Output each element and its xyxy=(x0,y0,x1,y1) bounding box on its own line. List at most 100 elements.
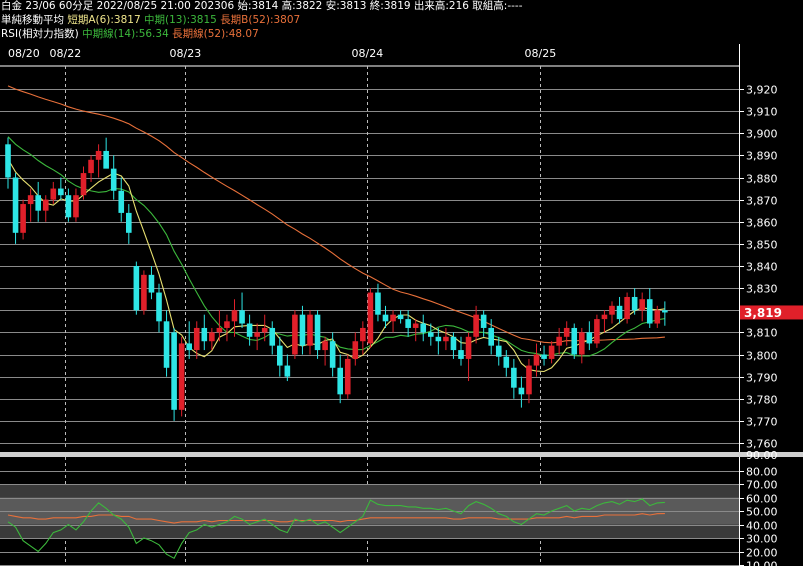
candle-body xyxy=(126,212,132,233)
candle-body xyxy=(601,314,608,320)
candle xyxy=(118,177,125,222)
candle-body xyxy=(586,332,593,344)
candle xyxy=(344,354,351,399)
candle-body xyxy=(609,305,615,315)
candle-body xyxy=(344,358,351,395)
candle-body xyxy=(579,332,585,355)
rsi-band-upper xyxy=(0,484,739,498)
candle xyxy=(141,270,147,315)
candle-body xyxy=(201,327,208,342)
candle xyxy=(390,310,396,333)
candle xyxy=(171,327,177,421)
candle-body xyxy=(20,204,26,233)
candle xyxy=(27,188,34,222)
candle-body xyxy=(5,144,11,178)
rsi-tick-label: 60.00 xyxy=(746,493,778,506)
rsi-pane: 10.0020.0030.0040.0050.0060.0070.0080.00… xyxy=(0,449,778,566)
candle-body xyxy=(533,354,540,366)
candle xyxy=(201,314,208,351)
candle xyxy=(662,301,668,326)
candle-body xyxy=(163,321,170,368)
candle-body xyxy=(646,299,653,324)
date-label: 08/22 xyxy=(50,47,82,60)
price-tick-label: 3,870 xyxy=(746,195,778,208)
candle xyxy=(95,144,102,178)
candle xyxy=(5,137,11,189)
candle xyxy=(511,358,517,399)
candle-body xyxy=(118,190,125,213)
date-label: 08/20 xyxy=(8,47,40,60)
price-tick-label: 3,860 xyxy=(746,217,778,230)
candle-body xyxy=(511,367,517,388)
candle-body xyxy=(231,310,238,322)
candle-body xyxy=(654,310,661,324)
rsi-tick-label: 30.00 xyxy=(746,533,778,546)
candle-body xyxy=(662,310,668,313)
candle xyxy=(178,336,185,417)
date-label: 08/25 xyxy=(525,47,557,60)
candle xyxy=(352,332,359,366)
candle xyxy=(20,199,26,240)
candle-body xyxy=(631,296,638,311)
candle-body xyxy=(171,332,177,410)
candle xyxy=(571,323,578,359)
candle-body xyxy=(639,299,645,311)
ma-long-label: 長期B(52):3807 xyxy=(220,14,301,26)
date-label: 08/24 xyxy=(352,47,384,60)
price-tick-label: 3,810 xyxy=(746,327,778,340)
candle xyxy=(367,288,374,348)
last-price-label: 3,819 xyxy=(744,306,782,320)
candle xyxy=(435,327,442,355)
candle xyxy=(646,288,653,328)
candle-body xyxy=(624,296,630,320)
candle-body xyxy=(616,305,623,320)
candle-body xyxy=(216,327,223,333)
candle xyxy=(579,327,585,364)
candle-body xyxy=(65,195,72,218)
candle-body xyxy=(88,159,94,174)
candle-body xyxy=(35,195,41,211)
candle-body xyxy=(352,341,359,359)
candle-body xyxy=(292,314,298,355)
candle-body xyxy=(390,314,396,322)
candle-body xyxy=(518,387,525,395)
candle-body xyxy=(382,314,389,322)
candle-body xyxy=(58,188,64,196)
candle xyxy=(314,310,321,359)
candle xyxy=(103,137,109,169)
candle xyxy=(277,336,283,377)
candle xyxy=(42,195,49,222)
candle-body xyxy=(193,327,200,351)
candle xyxy=(337,354,343,404)
candle-body xyxy=(563,327,570,337)
candle xyxy=(586,321,593,351)
candle xyxy=(88,155,94,182)
candle xyxy=(110,155,117,200)
candle-body xyxy=(224,321,230,328)
candle-body xyxy=(307,314,313,346)
quote-header: 白金 23/06 60分足 2022/08/25 21:00 202306 始:… xyxy=(1,0,523,13)
candle-body xyxy=(360,327,366,342)
rsi-tick-label: 20.00 xyxy=(746,547,778,560)
candle-body xyxy=(269,327,276,346)
candle-body xyxy=(443,336,449,342)
price-tick-label: 3,800 xyxy=(746,350,778,363)
candle xyxy=(503,350,510,377)
candle xyxy=(473,305,479,344)
rsi-long-label: 長期線(52):48.07 xyxy=(172,28,259,40)
candle xyxy=(73,188,79,222)
candle-body xyxy=(239,310,245,324)
price-tick-label: 3,790 xyxy=(746,372,778,385)
candle xyxy=(397,310,404,324)
price-tick-label: 3,770 xyxy=(746,416,778,429)
candle-body xyxy=(488,327,494,346)
candle xyxy=(443,327,449,351)
candle-body xyxy=(284,365,291,377)
candle xyxy=(224,314,230,342)
candle-body xyxy=(95,150,102,160)
candle xyxy=(35,181,41,222)
candle-body xyxy=(420,323,427,333)
rsi-tick-label: 80.00 xyxy=(746,466,778,479)
candle xyxy=(307,310,313,355)
candle xyxy=(12,173,19,244)
